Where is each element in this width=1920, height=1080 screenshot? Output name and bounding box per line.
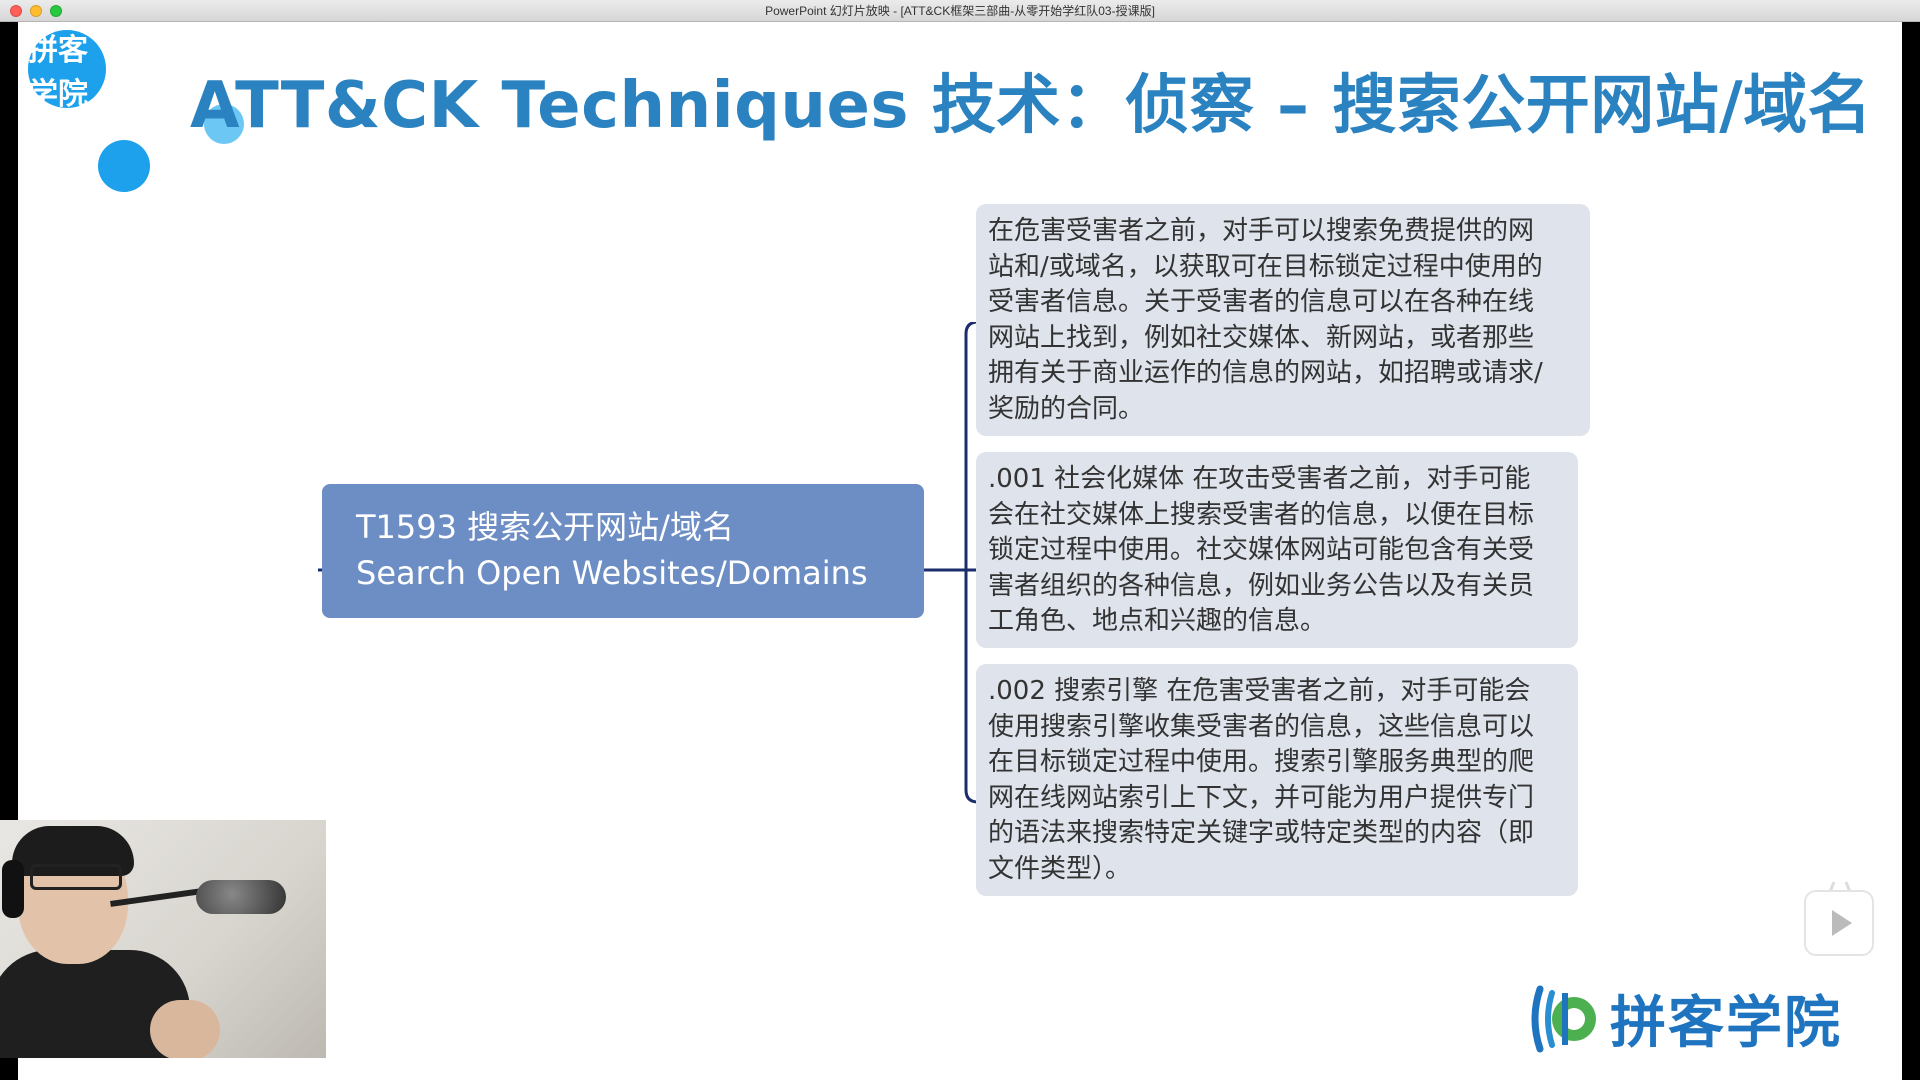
subtechnique-line: 会在社交媒体上搜索受害者的信息，以便在目标 — [988, 499, 1535, 530]
subtechnique-line: 工角色、地点和兴趣的信息。 — [988, 606, 1327, 636]
subtechnique-line: 害者组织的各种信息，例如业务公告以及有关员 — [988, 570, 1535, 601]
window-title: PowerPoint 幻灯片放映 - [ATT&CK框架三部曲-从零开始学红队0… — [765, 4, 1155, 18]
subtechnique-line: 网在线网站索引上下文，并可能为用户提供专门 — [988, 782, 1535, 813]
watermark-logo-circle: 拼客学院 — [28, 30, 106, 112]
presenter-webcam — [0, 820, 326, 1058]
description-line: 网站上找到，例如社交媒体、新网站，或者那些 — [988, 322, 1535, 353]
mindmap-connector — [318, 322, 979, 804]
subtechnique-search-engine-box: .002 搜索引擎 在危害受害者之前，对手可能会 使用搜索引擎收集受害者的信息，… — [976, 664, 1578, 896]
microphone-icon — [196, 880, 286, 914]
subtechnique-line: 的语法来搜索特定关键字或特定类型的内容（即 — [988, 818, 1535, 848]
presenter-glasses — [30, 864, 122, 890]
description-line: 受害者信息。关于受害者的信息可以在各种在线 — [988, 287, 1535, 317]
letterbox-right — [1902, 22, 1920, 1080]
subtechnique-line: 文件类型）。 — [988, 853, 1132, 884]
brand-logo-icon — [1531, 985, 1596, 1052]
subtechnique-line: 在目标锁定过程中使用。搜索引擎服务典型的爬 — [988, 747, 1535, 777]
subtechnique-line: 锁定过程中使用。社交媒体网站可能包含有关受 — [988, 535, 1535, 565]
close-window-button[interactable] — [10, 5, 22, 17]
play-icon — [1832, 910, 1852, 936]
zoom-window-button[interactable] — [50, 5, 62, 17]
decor-circle-medium — [98, 140, 150, 192]
window-titlebar: PowerPoint 幻灯片放映 - [ATT&CK框架三部曲-从零开始学红队0… — [0, 0, 1920, 22]
play-button[interactable] — [1804, 890, 1874, 956]
subtechnique-line: .001 社会化媒体 在攻击受害者之前，对手可能 — [988, 464, 1531, 494]
description-line: 奖励的合同。 — [988, 393, 1145, 424]
slide-title: ATT&CK Techniques 技术：侦察 – 搜索公开网站/域名 — [190, 69, 1873, 143]
description-line: 在危害受害者之前，对手可以搜索免费提供的网 — [988, 216, 1535, 246]
subtechnique-line: 使用搜索引擎收集受害者的信息，这些信息可以 — [988, 711, 1535, 742]
minimize-window-button[interactable] — [30, 5, 42, 17]
watermark-text: 拼客学院 — [28, 33, 88, 112]
brand-logo: 拼客学院 — [1530, 978, 1842, 1059]
subtechnique-line: .002 搜索引擎 在危害受害者之前，对手可能会 — [988, 676, 1531, 706]
presenter-hand — [150, 1000, 220, 1058]
headphone-icon — [2, 860, 24, 918]
description-box: 在危害受害者之前，对手可以搜索免费提供的网 站和/或域名，以获取可在目标锁定过程… — [976, 204, 1590, 436]
description-line: 站和/或域名，以获取可在目标锁定过程中使用的 — [988, 251, 1543, 282]
brand-logo-text: 拼客学院 — [1610, 991, 1842, 1056]
window-controls — [10, 5, 62, 17]
description-line: 拥有关于商业运作的信息的网站，如招聘或请求/ — [988, 358, 1543, 388]
subtechnique-social-media-box: .001 社会化媒体 在攻击受害者之前，对手可能 会在社交媒体上搜索受害者的信息… — [976, 452, 1578, 648]
